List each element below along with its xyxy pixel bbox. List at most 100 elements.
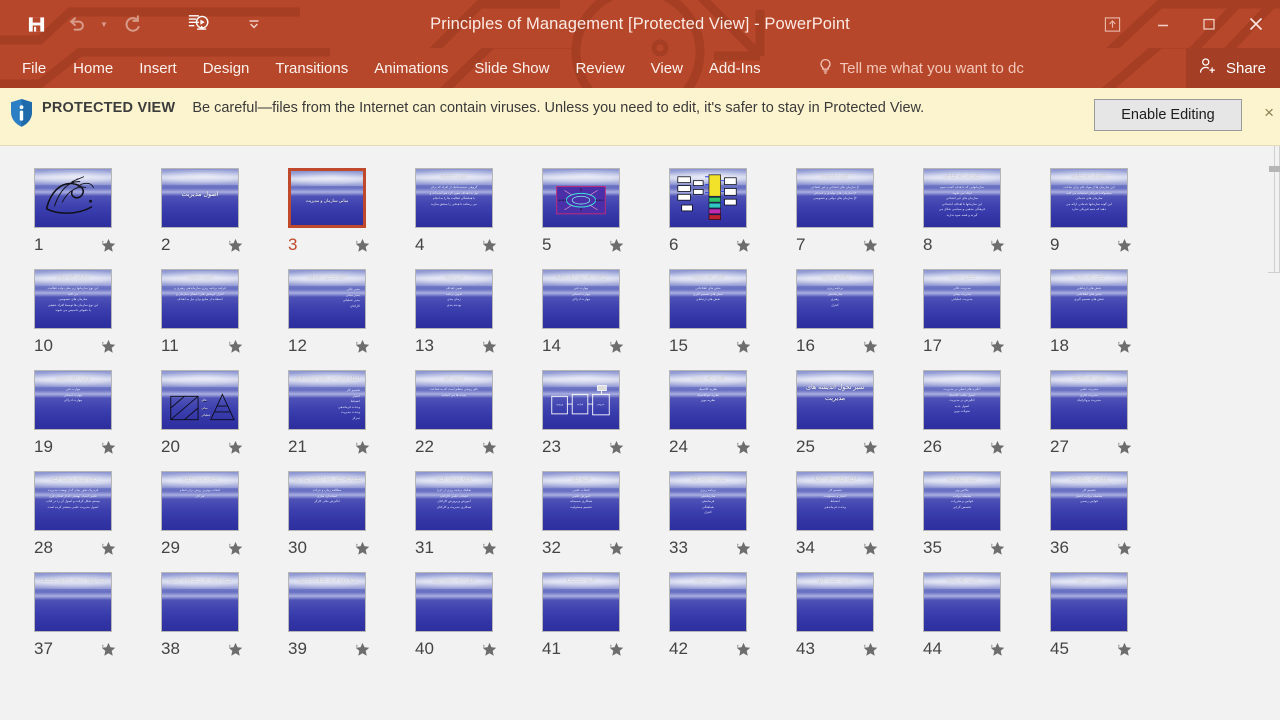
slide-thumbnail-cell[interactable]: چهار دوره اصلی مطالعات هاثورن 39 <box>288 572 415 659</box>
tab-transitions[interactable]: Transitions <box>262 48 361 88</box>
slide-thumbnail-cell[interactable]: تعریف مدیریت فرایند برنامه ریزی سازماندهی… <box>161 269 288 356</box>
slide-thumbnail-cell[interactable]: تعریف علم علم روشی منظم است که به شناخت پد… <box>415 370 542 457</box>
star-icon[interactable] <box>1117 541 1132 556</box>
star-icon[interactable] <box>228 339 243 354</box>
tab-insert[interactable]: Insert <box>126 48 190 88</box>
star-icon[interactable] <box>736 541 751 556</box>
slide-thumbnail[interactable]: چهار دوره اصلی مطالعات هاثورن <box>288 572 366 632</box>
slide-thumbnail-cell[interactable]: سازمان های دولتی این نوع سازمانها زیر نظر… <box>34 269 161 356</box>
slide-thumbnail-cell[interactable]: مهارت های مورد نیاز مدیران مهارت فنی مهارت… <box>542 269 669 356</box>
tab-add-ins[interactable]: Add-Ins <box>696 48 774 88</box>
close-protected-view-icon[interactable]: × <box>1264 104 1274 121</box>
slide-thumbnail-cell[interactable]: نظریه های کلاسیک مدیریت علمی مدیریت اداری م… <box>1050 370 1177 457</box>
slide-thumbnail[interactable]: نظریه های مدیریت نوین <box>415 572 493 632</box>
star-icon[interactable] <box>990 541 1005 556</box>
star-icon[interactable] <box>736 238 751 253</box>
slide-sorter-pane[interactable]: 1 اصول مدیریت 2 مبانی سازمان و مدیریت 3 تعریف… <box>0 146 1280 720</box>
tab-file[interactable]: File <box>0 48 60 88</box>
vertical-scrollbar[interactable] <box>1263 146 1280 720</box>
slide-thumbnail[interactable]: شعار مدیریت علمی انتخاب بهترین روش برای ا… <box>161 471 239 531</box>
slide-thumbnail[interactable]: نقش های مدیریتی نقش های اطلاعاتی نقش های ت… <box>669 269 747 329</box>
slide-thumbnail-cell[interactable]: نقش های مدیران نقش های ارتباطی نقش های اطل… <box>1050 269 1177 356</box>
star-icon[interactable] <box>228 541 243 556</box>
slide-thumbnail[interactable]: اصول مدیریت در نظریه تصدی اداری تقسیم کار… <box>288 370 366 430</box>
tab-review[interactable]: Review <box>562 48 637 88</box>
slide-thumbnail-cell[interactable]: انواع سطوح سازمانی مدیر عالی مدیر میانی مدی… <box>288 269 415 356</box>
star-icon[interactable] <box>355 238 370 253</box>
slide-thumbnail[interactable]: بحث روابط انسانی و نظریه مناسبات <box>34 572 112 632</box>
slide-thumbnail[interactable]: هدف تئوری مدیریت علمی فردریک تیلور بنیان … <box>34 471 112 531</box>
slide-thumbnail[interactable]: اصول چهارده گانه فایول تقسیم کار اختیار و … <box>796 471 874 531</box>
star-icon[interactable] <box>609 642 624 657</box>
slide-thumbnail-cell[interactable]: مدیریت کیفیت جامع 43 <box>796 572 923 659</box>
star-icon[interactable] <box>482 642 497 657</box>
slide-thumbnail-cell[interactable]: اصول مدیریت علمی تفکیک برنامه ریزی از اجر… <box>415 471 542 558</box>
tab-slide-show[interactable]: Slide Show <box>461 48 562 88</box>
slide-thumbnail-cell[interactable]: مهارت های مدیریتی مهارت فنی مهارت انسانی مه… <box>34 370 161 457</box>
slide-thumbnail[interactable]: انگیزه های اصلی در مدیریت اصول مکتب کلاسی… <box>923 370 1001 430</box>
slide-thumbnail-cell[interactable]: هدف تئوری مدیریت علمی فردریک تیلور بنیان … <box>34 471 161 558</box>
star-icon[interactable] <box>990 339 1005 354</box>
slide-thumbnail[interactable]: اصول مدیریت <box>161 168 239 228</box>
slide-thumbnail-cell[interactable]: نظریه سیستم ها 41 <box>542 572 669 659</box>
slide-thumbnail-cell[interactable]: طرح ریزی تعیین اهداف تدوین برنامه زمان بندی… <box>415 269 542 356</box>
slide-thumbnail[interactable]: مدیریت کیفیت جامع <box>796 572 874 632</box>
star-icon[interactable] <box>101 541 116 556</box>
share-button[interactable]: Share <box>1185 48 1280 88</box>
slide-thumbnail-cell[interactable]: نظریه های رفتاری 44 <box>923 572 1050 659</box>
scrollbar-thumb[interactable] <box>1269 166 1280 172</box>
slide-thumbnail[interactable]: سازمان های انتفاعی سازمانهایی که با هدف ک… <box>923 168 1001 228</box>
slide-thumbnail[interactable]: نظریه های رفتاری <box>923 572 1001 632</box>
slide-thumbnail[interactable]: وظایف مدیریت برنامه ریزی سازماندهی رهبری کنت… <box>796 269 874 329</box>
star-icon[interactable] <box>863 440 878 455</box>
slide-thumbnail-cell[interactable]: ورودی فرایند خروجی 23 <box>542 370 669 457</box>
star-icon[interactable] <box>863 541 878 556</box>
slide-thumbnail-cell[interactable]: تعریف سازمان گروهی سیستماتیک از افراد که … <box>415 168 542 255</box>
star-icon[interactable] <box>355 541 370 556</box>
star-icon[interactable] <box>228 440 243 455</box>
tab-home[interactable]: Home <box>60 48 126 88</box>
undo-icon[interactable] <box>56 6 96 42</box>
slide-thumbnail[interactable]: تعریف علم علم روشی منظم است که به شناخت پد… <box>415 370 493 430</box>
slide-thumbnail-cell[interactable]: 5 <box>542 168 669 255</box>
star-icon[interactable] <box>609 440 624 455</box>
star-icon[interactable] <box>482 339 497 354</box>
slide-thumbnail-cell[interactable]: اصول مدیریت در نظریه تصدی اداری تقسیم کار… <box>288 370 415 457</box>
slide-thumbnail[interactable]: نظریه بروکراسی ماکس وبر سلسله مراتب قوانین … <box>923 471 1001 531</box>
slide-thumbnail-cell[interactable]: 1 <box>34 168 161 255</box>
slide-thumbnail-cell[interactable]: اصول چهارده گانه فایول تقسیم کار اختیار و … <box>796 471 923 558</box>
star-icon[interactable] <box>355 440 370 455</box>
slide-thumbnail[interactable]: ورودی فرایند خروجی <box>542 370 620 430</box>
slide-thumbnail[interactable]: ویژگی های بروکراسی تقسیم کار سلسله مراتب ا… <box>1050 471 1128 531</box>
slide-thumbnail-cell[interactable]: انواع سازمان ها ۱) سازمان های انتفاعی و غ… <box>796 168 923 255</box>
star-icon[interactable] <box>1117 440 1132 455</box>
slide-thumbnail[interactable]: مبانی سازمان و مدیریت <box>288 168 366 228</box>
slide-thumbnail[interactable]: اصول مدیریت علمی تفکیک برنامه ریزی از اجر… <box>415 471 493 531</box>
minimize-icon[interactable] <box>1140 8 1186 40</box>
slide-thumbnail-cell[interactable]: وظایف مدیریت برنامه ریزی سازماندهی رهبری کنت… <box>796 269 923 356</box>
slide-thumbnail-cell[interactable]: سازمان های تولیدی این سازمان ها از مواد خ… <box>1050 168 1177 255</box>
tab-view[interactable]: View <box>638 48 696 88</box>
slide-thumbnail-cell[interactable]: اصول تیلور انتخاب علمی آموزش علمی همکاری صم… <box>542 471 669 558</box>
star-icon[interactable] <box>609 238 624 253</box>
slide-thumbnail[interactable]: طرح ریزی تعیین اهداف تدوین برنامه زمان بندی… <box>415 269 493 329</box>
slide-thumbnail-cell[interactable]: عالی میانی عملیاتی 20 <box>161 370 288 457</box>
slide-thumbnail-cell[interactable]: شیوه های تیلور برای افزایش بهره وری نیرو… <box>288 471 415 558</box>
slide-thumbnail[interactable]: نظریه سیستم ها <box>542 572 620 632</box>
slide-thumbnail-cell[interactable]: سازمان های انتفاعی سازمانهایی که با هدف ک… <box>923 168 1050 255</box>
start-slideshow-icon[interactable] <box>178 6 218 42</box>
slide-thumbnail[interactable] <box>34 168 112 228</box>
slide-thumbnail[interactable]: اصول تیلور انتخاب علمی آموزش علمی همکاری صم… <box>542 471 620 531</box>
slide-thumbnail[interactable]: سطوح مدیریت مدیریت عالی مدیریت میانی مدیریت… <box>923 269 1001 329</box>
star-icon[interactable] <box>736 642 751 657</box>
maximize-icon[interactable] <box>1186 8 1232 40</box>
star-icon[interactable] <box>990 642 1005 657</box>
tell-me-search[interactable]: Tell me what you want to dc <box>818 48 1024 88</box>
slide-thumbnail[interactable]: تعریف سازمان گروهی سیستماتیک از افراد که … <box>415 168 493 228</box>
slide-thumbnail-cell[interactable]: مبانی سازمان و مدیریت 3 <box>288 168 415 255</box>
redo-icon[interactable] <box>112 6 152 42</box>
star-icon[interactable] <box>863 339 878 354</box>
slide-thumbnail-cell[interactable]: مدیریت دانش 45 <box>1050 572 1177 659</box>
slide-thumbnail[interactable]: مهارت های مدیریتی مهارت فنی مهارت انسانی مه… <box>34 370 112 430</box>
slide-thumbnail-cell[interactable]: ویژگی های بروکراسی تقسیم کار سلسله مراتب ا… <box>1050 471 1177 558</box>
